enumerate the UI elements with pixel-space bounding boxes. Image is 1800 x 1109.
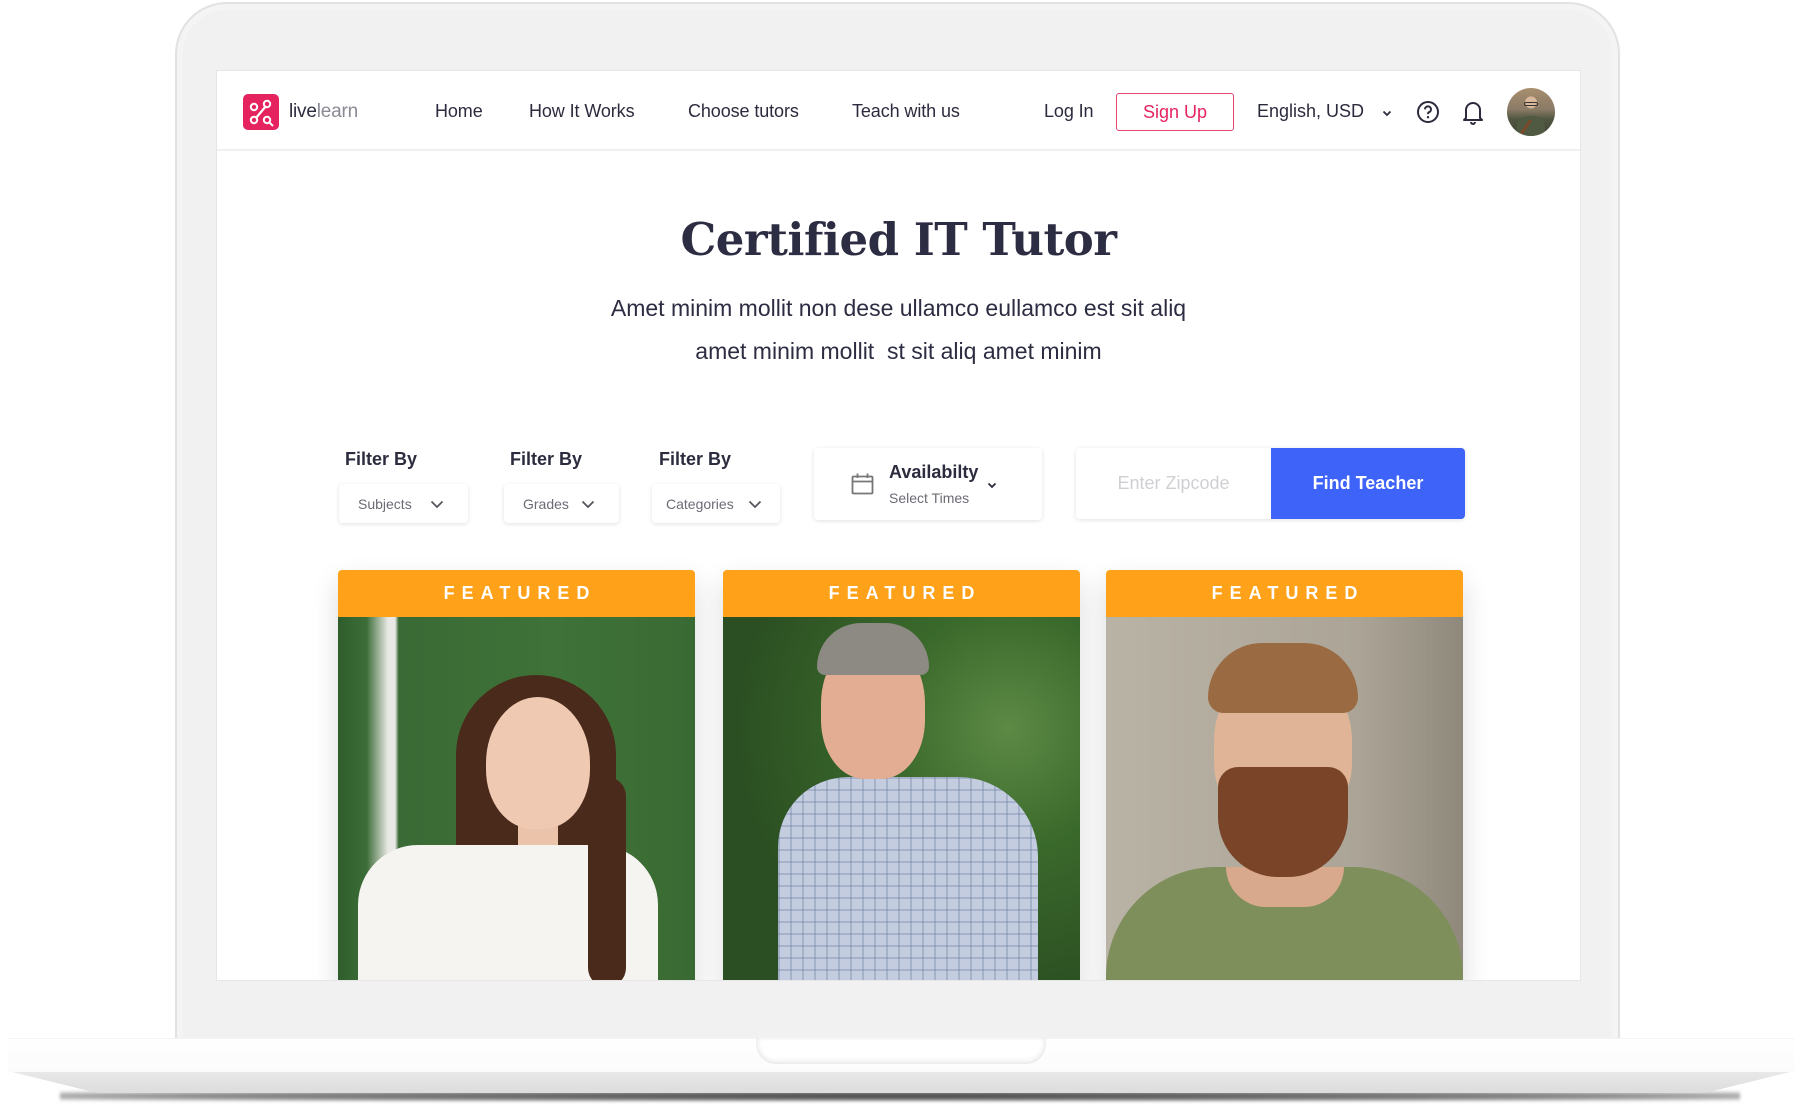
find-teacher-button[interactable]: Find Teacher (1271, 448, 1465, 519)
zipcode-search: Find Teacher (1076, 448, 1465, 519)
tutor-card[interactable]: FEATURED (723, 570, 1080, 980)
zipcode-input[interactable] (1076, 448, 1271, 519)
filter-subjects-label: Filter By (345, 449, 418, 469)
help-icon[interactable] (1416, 100, 1440, 129)
photo-hair-strand (588, 777, 626, 980)
logo-text-live: live (289, 101, 317, 122)
hero-subtitle-line2: amet minim mollit st sit aliq amet minim (695, 338, 1102, 364)
nav-choose-tutors[interactable]: Choose tutors (688, 101, 799, 122)
filter-grades-value: Grades (523, 495, 569, 512)
chevron-down-icon (748, 496, 762, 512)
filter-categories-value: Categories (666, 495, 734, 512)
featured-badge: FEATURED (723, 570, 1080, 617)
hero-subtitle-line1: Amet minim mollit non dese ullamco eulla… (610, 295, 1187, 321)
featured-badge: FEATURED (338, 570, 695, 617)
chevron-down-icon (430, 496, 444, 512)
chevron-down-icon (581, 496, 595, 512)
tutor-card[interactable]: FEATURED (1106, 570, 1463, 980)
filter-subjects-select[interactable]: Subjects (339, 484, 468, 523)
login-link[interactable]: Log In (1044, 101, 1094, 122)
photo-face (486, 697, 590, 829)
language-currency-label: English, USD (1257, 101, 1365, 121)
availability-title: Availabilty (889, 462, 979, 482)
photo-beard (1218, 767, 1348, 877)
browser-screen: livelearn Home How It Works Choose tutor… (216, 70, 1581, 981)
laptop-notch (756, 1038, 1046, 1064)
featured-badge: FEATURED (1106, 570, 1463, 617)
nav-teach-with-us[interactable]: Teach with us (852, 101, 960, 122)
language-currency-selector[interactable]: English, USD (1257, 101, 1392, 122)
tutor-card[interactable]: FEATURED (338, 570, 695, 980)
logo[interactable]: livelearn (243, 94, 358, 130)
tutor-photo (723, 617, 1080, 980)
signup-button[interactable]: Sign Up (1116, 93, 1234, 131)
page-title: Certified IT Tutor (680, 213, 1117, 266)
logo-wordmark: livelearn (289, 101, 358, 123)
filter-categories-select[interactable]: Categories (652, 484, 780, 523)
filter-grades-select[interactable]: Grades (504, 484, 619, 523)
tutor-photo (338, 617, 695, 980)
filter-categories-label: Filter By (659, 449, 732, 469)
availability-selector[interactable]: Availabilty Select Times (814, 448, 1042, 520)
tutor-photo (1106, 617, 1463, 980)
logo-text-learn: learn (316, 101, 358, 122)
logo-icon (243, 94, 279, 130)
avatar-glasses (1524, 102, 1538, 106)
chevron-down-icon (1382, 101, 1392, 122)
laptop-base-bottom (8, 1071, 1794, 1093)
filter-subjects-value: Subjects (358, 495, 412, 512)
photo-hair (817, 623, 929, 675)
user-avatar[interactable] (1507, 88, 1555, 136)
nav-home[interactable]: Home (435, 101, 483, 122)
nav-how-it-works[interactable]: How It Works (529, 101, 635, 122)
filter-grades-label: Filter By (510, 449, 583, 469)
top-navigation: livelearn Home How It Works Choose tutor… (217, 71, 1580, 151)
bell-icon[interactable] (1461, 98, 1485, 131)
photo-clothing (778, 777, 1038, 980)
chevron-down-icon (987, 476, 997, 494)
availability-subtitle: Select Times (889, 490, 970, 506)
photo-hair (1208, 643, 1358, 713)
calendar-icon (851, 473, 874, 500)
